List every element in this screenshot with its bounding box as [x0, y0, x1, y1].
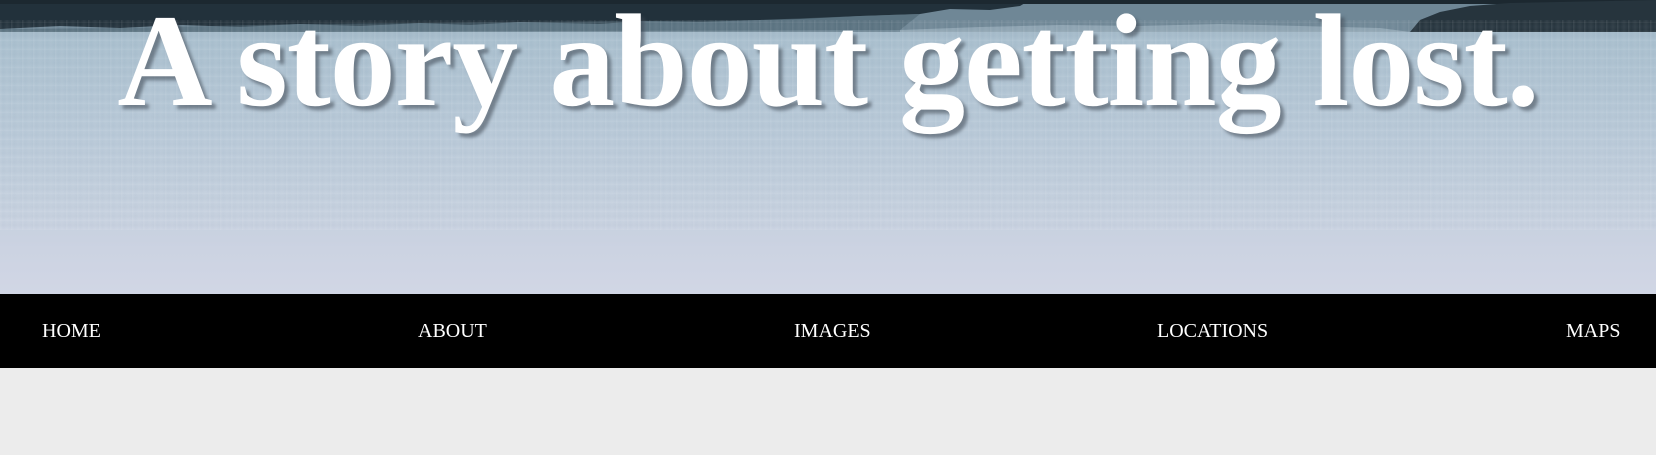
nav-link-images[interactable]: IMAGES	[794, 294, 871, 368]
page-title: A story about getting lost.	[117, 0, 1539, 134]
nav-link-maps[interactable]: MAPS	[1566, 294, 1620, 368]
nav-link-locations[interactable]: LOCATIONS	[1157, 294, 1268, 368]
page-content-area	[0, 368, 1656, 455]
hero-banner: A story about getting lost.	[0, 0, 1656, 294]
main-navigation: HOME ABOUT IMAGES LOCATIONS MAPS	[0, 294, 1656, 368]
nav-link-home[interactable]: HOME	[42, 294, 101, 368]
nav-link-about[interactable]: ABOUT	[418, 294, 487, 368]
